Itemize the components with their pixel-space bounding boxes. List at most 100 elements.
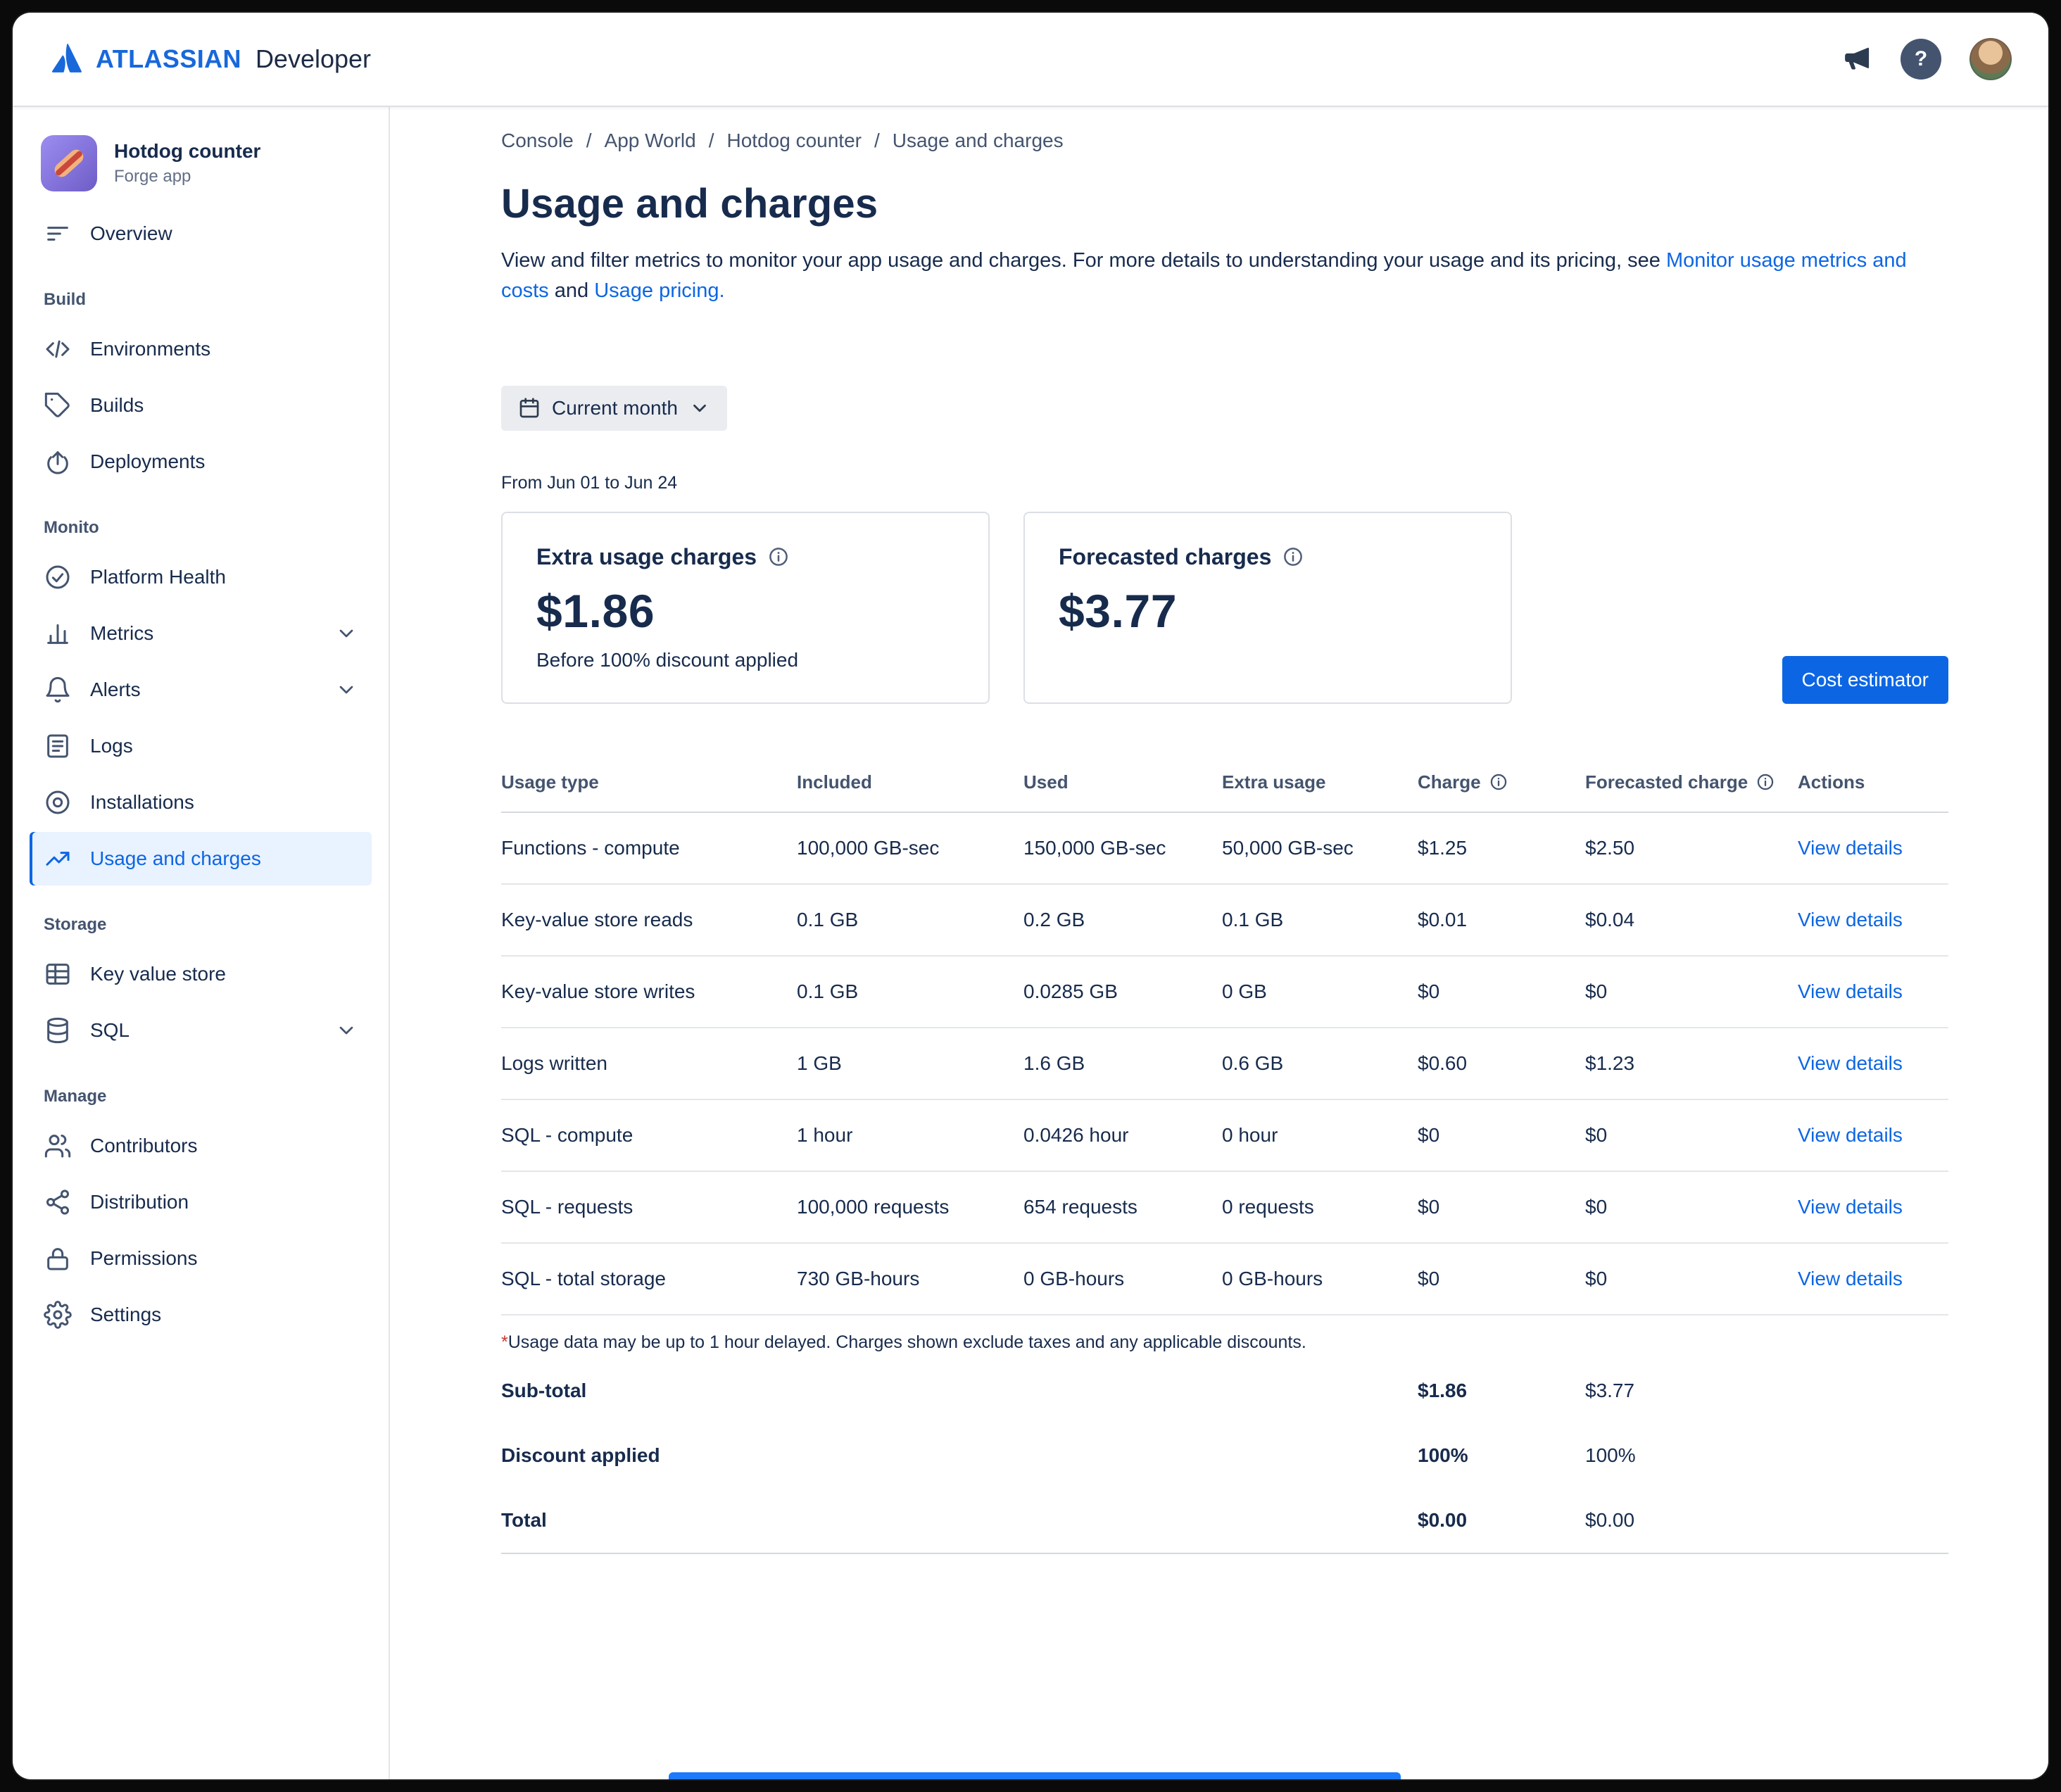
cell-extra: 0 GB bbox=[1222, 980, 1418, 1003]
info-icon[interactable] bbox=[1489, 773, 1508, 791]
sidebar-item-label: Metrics bbox=[90, 622, 153, 645]
sidebar-item-settings[interactable]: Settings bbox=[30, 1288, 372, 1342]
product-name: Developer bbox=[256, 44, 371, 74]
sidebar-item-platform-health[interactable]: Platform Health bbox=[30, 550, 372, 604]
help-icon[interactable]: ? bbox=[1901, 39, 1941, 80]
column-usage-type: Usage type bbox=[501, 771, 797, 793]
sidebar-item-key-value-store[interactable]: Key value store bbox=[30, 947, 372, 1001]
cell-charge: $0.01 bbox=[1418, 909, 1585, 931]
view-details-link[interactable]: View details bbox=[1798, 980, 1903, 1002]
view-details-link[interactable]: View details bbox=[1798, 1268, 1903, 1289]
info-icon[interactable] bbox=[768, 546, 789, 567]
topbar-actions: ? bbox=[1841, 38, 2012, 80]
chevron-down-icon bbox=[689, 398, 710, 419]
code-icon bbox=[44, 335, 72, 363]
sidebar-item-environments[interactable]: Environments bbox=[30, 322, 372, 376]
cell-charge: $0 bbox=[1418, 1196, 1585, 1218]
view-details-link[interactable]: View details bbox=[1798, 837, 1903, 859]
footnote-text: Usage data may be up to 1 hour delayed. … bbox=[508, 1332, 1306, 1352]
cell-usage-type: SQL - compute bbox=[501, 1124, 797, 1147]
footnote-asterisk: * bbox=[501, 1332, 508, 1352]
cell-forecast: $0 bbox=[1585, 980, 1798, 1003]
cell-included: 730 GB-hours bbox=[797, 1268, 1023, 1290]
sidebar-item-alerts[interactable]: Alerts bbox=[30, 663, 372, 717]
info-icon[interactable] bbox=[1282, 546, 1304, 567]
sidebar-item-label: Platform Health bbox=[90, 566, 226, 588]
breadcrumb-hotdog-counter[interactable]: Hotdog counter bbox=[727, 130, 862, 152]
sidebar-item-metrics[interactable]: Metrics bbox=[30, 607, 372, 660]
sidebar: Hotdog counter Forge app Overview Build bbox=[13, 107, 390, 1779]
cell-forecast: $0 bbox=[1585, 1196, 1798, 1218]
table-header: Usage type Included Used Extra usage Cha… bbox=[501, 771, 1948, 813]
cell-included: 1 GB bbox=[797, 1052, 1023, 1075]
sidebar-item-distribution[interactable]: Distribution bbox=[30, 1175, 372, 1229]
table-row: SQL - requests 100,000 requests 654 requ… bbox=[501, 1172, 1948, 1244]
view-details-link[interactable]: View details bbox=[1798, 1124, 1903, 1146]
main-content: Console / App World / Hotdog counter / U… bbox=[390, 107, 2048, 1779]
usage-table: Usage type Included Used Extra usage Cha… bbox=[501, 771, 1948, 1554]
sidebar-item-label: Usage and charges bbox=[90, 847, 261, 870]
chevron-down-icon[interactable] bbox=[335, 1019, 358, 1042]
avatar[interactable] bbox=[1969, 38, 2012, 80]
sidebar-section-manage: Manage bbox=[30, 1059, 372, 1118]
database-icon bbox=[44, 1016, 72, 1045]
cell-included: 0.1 GB bbox=[797, 909, 1023, 931]
sidebar-item-permissions[interactable]: Permissions bbox=[30, 1232, 372, 1285]
column-forecasted-charge: Forecasted charge bbox=[1585, 771, 1798, 793]
discount-note: Before 100% discount applied bbox=[536, 649, 954, 671]
cell-extra: 50,000 GB-sec bbox=[1222, 837, 1418, 859]
chevron-down-icon[interactable] bbox=[335, 679, 358, 701]
cell-included: 1 hour bbox=[797, 1124, 1023, 1147]
cost-estimator-button[interactable]: Cost estimator bbox=[1782, 656, 1949, 704]
breadcrumb-console[interactable]: Console bbox=[501, 130, 574, 152]
date-range-text: From Jun 01 to Jun 24 bbox=[501, 473, 1948, 493]
sidebar-item-overview[interactable]: Overview bbox=[30, 207, 372, 260]
app-icon bbox=[41, 135, 97, 191]
atlassian-logo[interactable]: ATLASSIANDeveloper bbox=[49, 42, 371, 77]
sidebar-item-label: Logs bbox=[90, 735, 133, 757]
subtotal-charge: $1.86 bbox=[1418, 1380, 1585, 1402]
view-details-link[interactable]: View details bbox=[1798, 1196, 1903, 1218]
breadcrumb-app-world[interactable]: App World bbox=[605, 130, 696, 152]
cell-used: 654 requests bbox=[1023, 1196, 1222, 1218]
cell-extra: 0 GB-hours bbox=[1222, 1268, 1418, 1290]
sidebar-item-label: Distribution bbox=[90, 1191, 189, 1213]
cell-forecast: $2.50 bbox=[1585, 837, 1798, 859]
cell-used: 0.0426 hour bbox=[1023, 1124, 1222, 1147]
usage-pricing-link[interactable]: Usage pricing. bbox=[594, 279, 724, 302]
sidebar-nav: Overview Build Environments Builds bbox=[30, 206, 372, 1343]
sidebar-item-builds[interactable]: Builds bbox=[30, 379, 372, 432]
cell-used: 1.6 GB bbox=[1023, 1052, 1222, 1075]
table-row: Functions - compute 100,000 GB-sec 150,0… bbox=[501, 813, 1948, 885]
sidebar-item-logs[interactable]: Logs bbox=[30, 719, 372, 773]
sidebar-section-monitor: Monito bbox=[30, 490, 372, 549]
sidebar-item-contributors[interactable]: Contributors bbox=[30, 1119, 372, 1173]
page-title: Usage and charges bbox=[501, 180, 1948, 227]
cell-charge: $0 bbox=[1418, 1268, 1585, 1290]
sidebar-item-deployments[interactable]: Deployments bbox=[30, 435, 372, 488]
subtotal-row: Sub-total $1.86 $3.77 bbox=[501, 1358, 1948, 1423]
view-details-link[interactable]: View details bbox=[1798, 909, 1903, 930]
trend-chart-icon bbox=[44, 845, 72, 873]
tag-icon bbox=[44, 391, 72, 419]
bar-chart-icon bbox=[44, 619, 72, 648]
sidebar-item-installations[interactable]: Installations bbox=[30, 776, 372, 829]
gear-icon bbox=[44, 1301, 72, 1329]
cell-usage-type: Functions - compute bbox=[501, 837, 797, 859]
sidebar-item-sql[interactable]: SQL bbox=[30, 1004, 372, 1057]
summary-cards: Extra usage charges $1.86 Before 100% di… bbox=[501, 512, 1948, 704]
announcement-icon[interactable] bbox=[1841, 44, 1872, 75]
screen: ATLASSIANDeveloper ? Hotdog counter bbox=[0, 0, 2061, 1792]
table-row: SQL - total storage 730 GB-hours 0 GB-ho… bbox=[501, 1244, 1948, 1315]
period-dropdown[interactable]: Current month bbox=[501, 386, 727, 431]
sidebar-item-label: Environments bbox=[90, 338, 210, 360]
chevron-down-icon[interactable] bbox=[335, 622, 358, 645]
column-used: Used bbox=[1023, 771, 1222, 793]
sidebar-item-usage-and-charges[interactable]: Usage and charges bbox=[30, 832, 372, 885]
sidebar-item-label: Installations bbox=[90, 791, 194, 814]
description-text: and bbox=[549, 279, 595, 302]
sidebar-section-build: Build bbox=[30, 262, 372, 321]
info-icon[interactable] bbox=[1756, 773, 1775, 791]
card-title: Forecasted charges bbox=[1059, 544, 1271, 570]
view-details-link[interactable]: View details bbox=[1798, 1052, 1903, 1074]
